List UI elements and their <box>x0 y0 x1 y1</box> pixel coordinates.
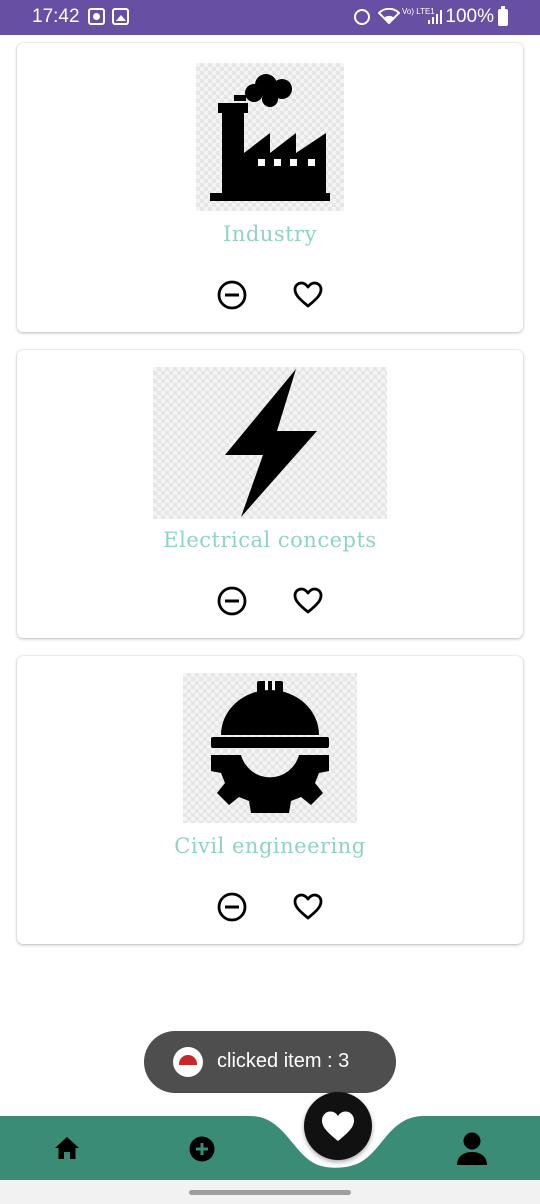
battery-icon <box>498 6 508 26</box>
card-title: Electrical concepts <box>163 528 377 552</box>
system-navigation-bar <box>0 1180 540 1204</box>
favorite-outline-icon[interactable] <box>292 891 324 923</box>
card-civil-engineering[interactable]: Civil engineering <box>17 656 523 944</box>
home-gesture-handle[interactable] <box>189 1190 351 1195</box>
screen-record-icon <box>88 8 105 25</box>
remove-icon[interactable] <box>216 585 248 617</box>
alarm-icon <box>354 9 370 25</box>
remove-icon[interactable] <box>216 279 248 311</box>
toast-text: clicked item : 3 <box>217 1050 350 1072</box>
card-title: Civil engineering <box>174 834 366 858</box>
signal-icon <box>428 10 442 24</box>
favorites-fab[interactable] <box>304 1092 372 1160</box>
add-circle-icon[interactable] <box>189 1136 215 1162</box>
card-industry[interactable]: Industry <box>17 43 523 332</box>
home-icon[interactable] <box>54 1136 80 1160</box>
favorite-outline-icon[interactable] <box>292 279 324 311</box>
card-electrical-concepts[interactable]: Electrical concepts <box>17 350 523 638</box>
app-logo-icon <box>173 1047 203 1077</box>
remove-icon[interactable] <box>216 891 248 923</box>
factory-icon <box>196 63 344 211</box>
lightning-icon <box>153 367 387 519</box>
wifi-icon <box>378 8 400 24</box>
favorite-icon <box>322 1111 354 1141</box>
bottom-navigation <box>0 1080 540 1180</box>
gallery-icon <box>112 8 129 25</box>
status-bar: 17:42 Vo) LTE1 100% <box>0 0 540 35</box>
helmet-gear-icon <box>183 673 357 823</box>
battery-percent: 100% <box>445 6 494 27</box>
favorite-outline-icon[interactable] <box>292 585 324 617</box>
card-title: Industry <box>223 222 317 246</box>
profile-icon[interactable] <box>456 1132 488 1166</box>
status-time: 17:42 <box>32 6 80 27</box>
